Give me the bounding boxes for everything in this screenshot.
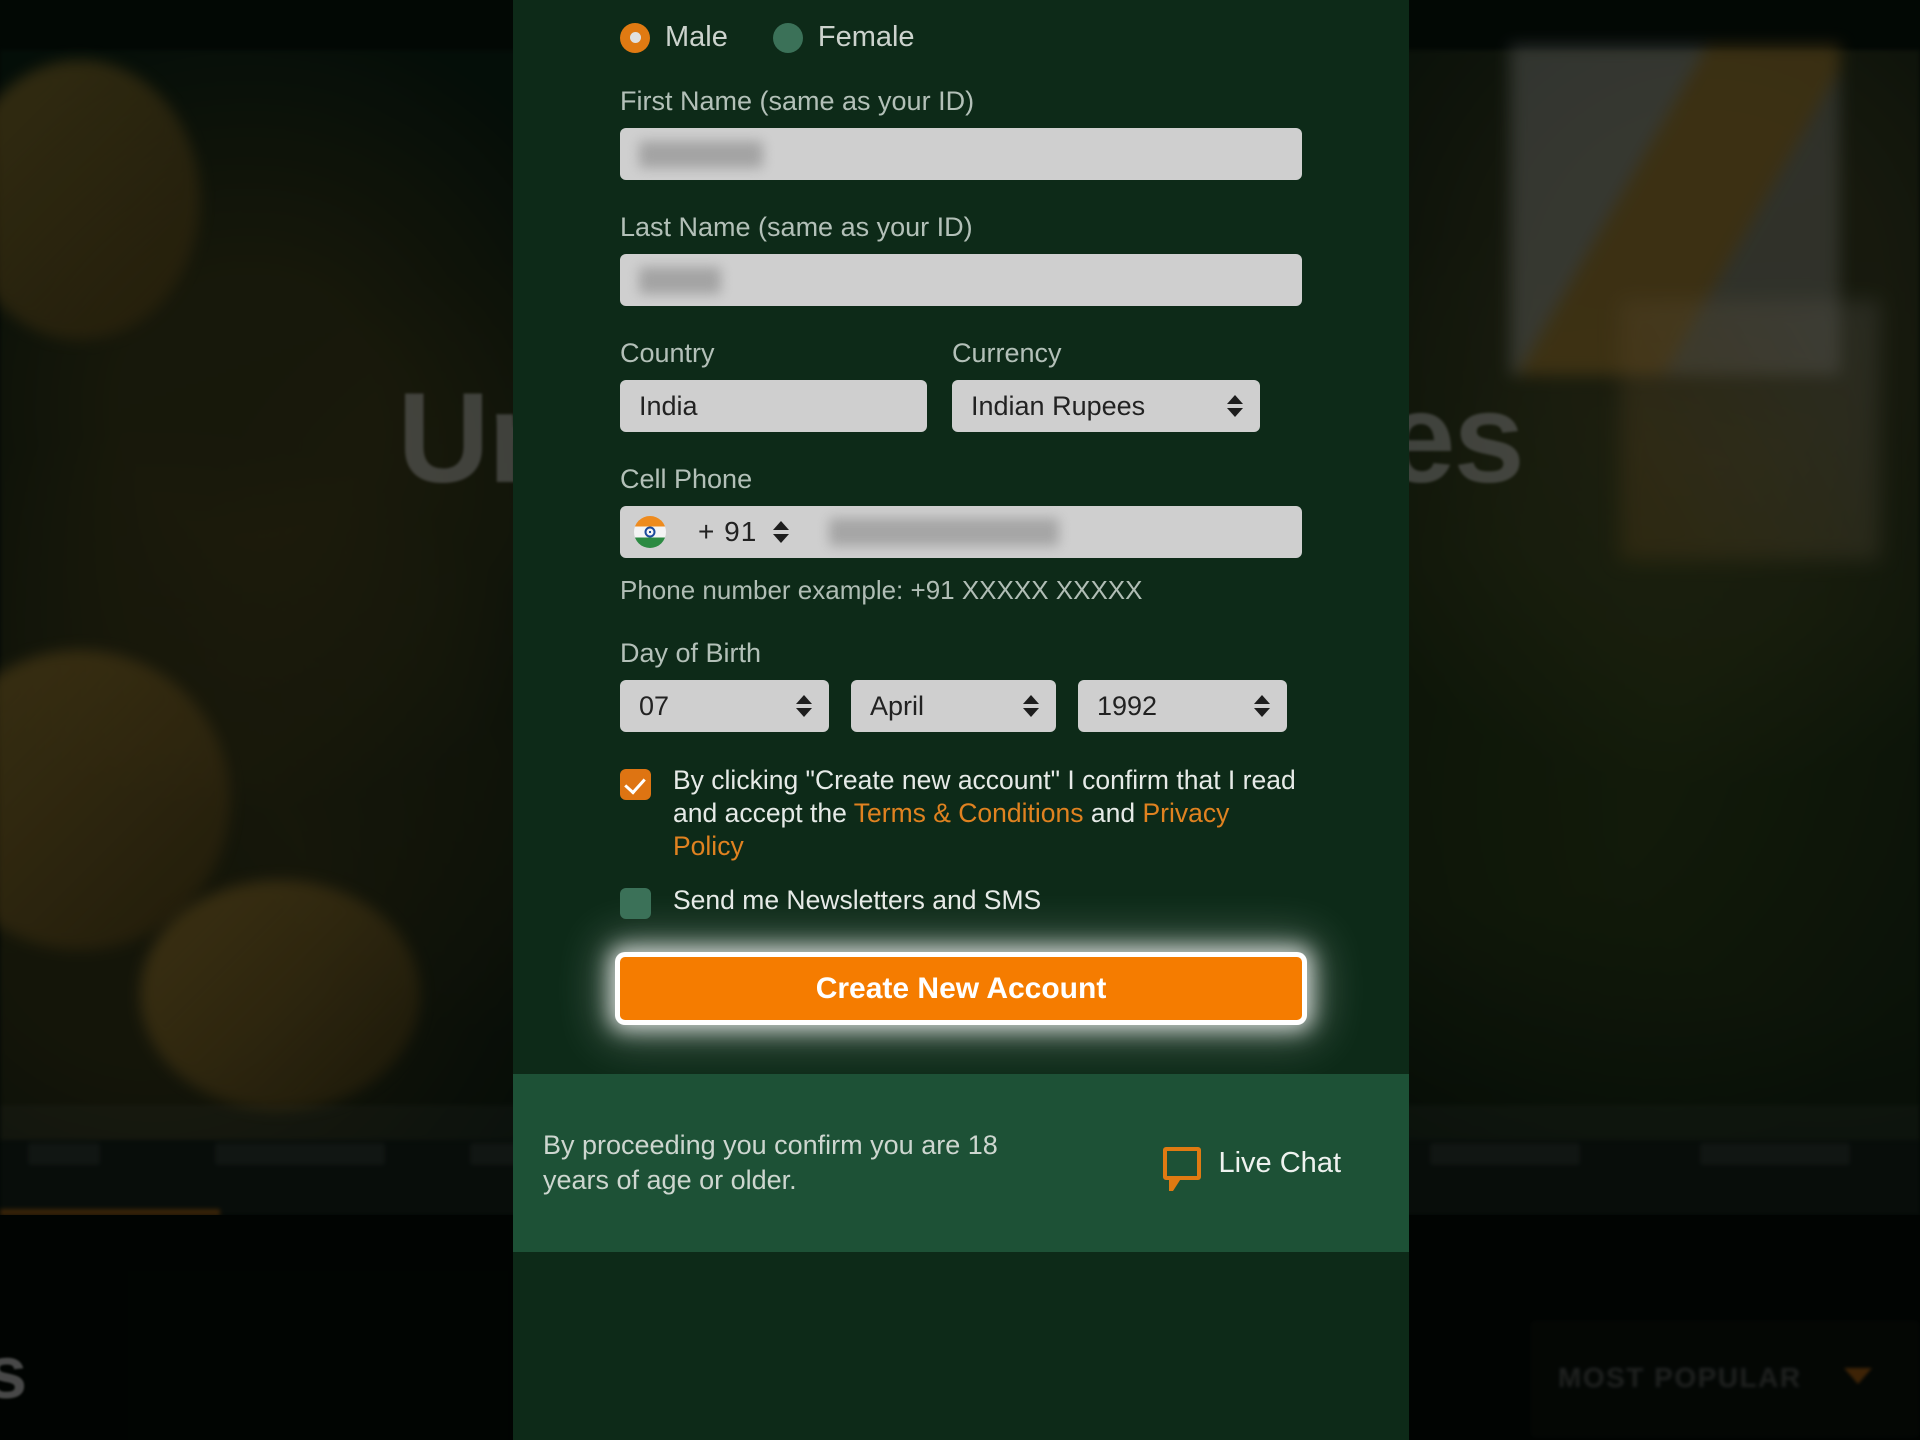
registration-modal: Male Female First Name (same as your ID)…	[513, 0, 1409, 1440]
newsletter-checkbox[interactable]	[620, 888, 651, 920]
last-name-input[interactable]	[620, 254, 1302, 306]
chat-bubble-icon	[1163, 1146, 1202, 1191]
country-input[interactable]: India	[620, 380, 927, 432]
gender-radio-group: Male Female	[620, 0, 1302, 54]
phone-number-redacted-value	[829, 518, 1060, 546]
stepper-arrows-icon[interactable]	[796, 695, 812, 717]
gender-option-male[interactable]: Male	[620, 21, 728, 54]
submit-button-wrapper: Create New Account	[620, 957, 1302, 1024]
radio-female-icon[interactable]	[772, 22, 803, 53]
create-new-account-button[interactable]: Create New Account	[620, 957, 1302, 1021]
stepper-arrows-icon[interactable]	[1254, 695, 1270, 717]
gender-option-female[interactable]: Female	[772, 21, 915, 54]
day-of-birth-row: 07 April 1992	[620, 680, 1302, 732]
first-name-redacted-value	[639, 140, 763, 168]
currency-select[interactable]: Indian Rupees	[952, 380, 1260, 432]
currency-value: Indian Rupees	[971, 390, 1146, 421]
newsletter-label: Send me Newsletters and SMS	[673, 885, 1042, 916]
dob-month-select[interactable]: April	[851, 680, 1056, 732]
dob-year-select[interactable]: 1992	[1078, 680, 1287, 732]
dob-day-select[interactable]: 07	[620, 680, 829, 732]
stepper-arrows-icon[interactable]	[1023, 695, 1039, 717]
terms-checkbox[interactable]	[620, 769, 651, 800]
terms-text-part2: and	[1083, 798, 1143, 829]
last-name-redacted-value	[639, 266, 721, 294]
modal-footer: By proceeding you confirm you are 18 yea…	[513, 1074, 1409, 1253]
last-name-label: Last Name (same as your ID)	[620, 212, 973, 242]
radio-male-icon[interactable]	[620, 22, 650, 53]
gender-male-label: Male	[665, 21, 728, 53]
country-currency-row: Country India Currency Indian Rupees	[620, 306, 1302, 432]
cell-phone-label: Cell Phone	[620, 464, 753, 494]
terms-conditions-link[interactable]: Terms & Conditions	[854, 798, 1084, 828]
phone-hint-text: Phone number example: +91 XXXXX XXXXX	[620, 575, 1143, 605]
currency-label: Currency	[952, 338, 1062, 368]
gender-female-label: Female	[817, 21, 915, 53]
age-notice-text: By proceeding you confirm you are 18 yea…	[543, 1130, 998, 1196]
first-name-input[interactable]	[620, 128, 1302, 180]
dial-code-stepper-icon[interactable]	[773, 521, 790, 543]
country-value: India	[639, 390, 698, 421]
dob-year-value: 1992	[1097, 690, 1158, 721]
terms-checkbox-row: By clicking "Create new account" I confi…	[620, 764, 1302, 863]
day-of-birth-label: Day of Birth	[620, 638, 762, 668]
stepper-arrows-icon[interactable]	[1227, 395, 1243, 417]
india-flag-icon[interactable]	[634, 516, 666, 548]
dob-day-value: 07	[639, 690, 670, 721]
live-chat-button[interactable]: Live Chat	[1163, 1146, 1341, 1191]
dial-code-value: + 91	[698, 516, 758, 547]
first-name-label: First Name (same as your ID)	[620, 86, 975, 116]
live-chat-label: Live Chat	[1218, 1146, 1341, 1179]
terms-text: By clicking "Create new account" I confi…	[673, 764, 1302, 863]
dob-month-value: April	[870, 690, 925, 721]
country-label: Country	[620, 338, 715, 368]
newsletter-checkbox-row: Send me Newsletters and SMS	[620, 883, 1302, 920]
cell-phone-field[interactable]: + 91	[620, 506, 1302, 558]
